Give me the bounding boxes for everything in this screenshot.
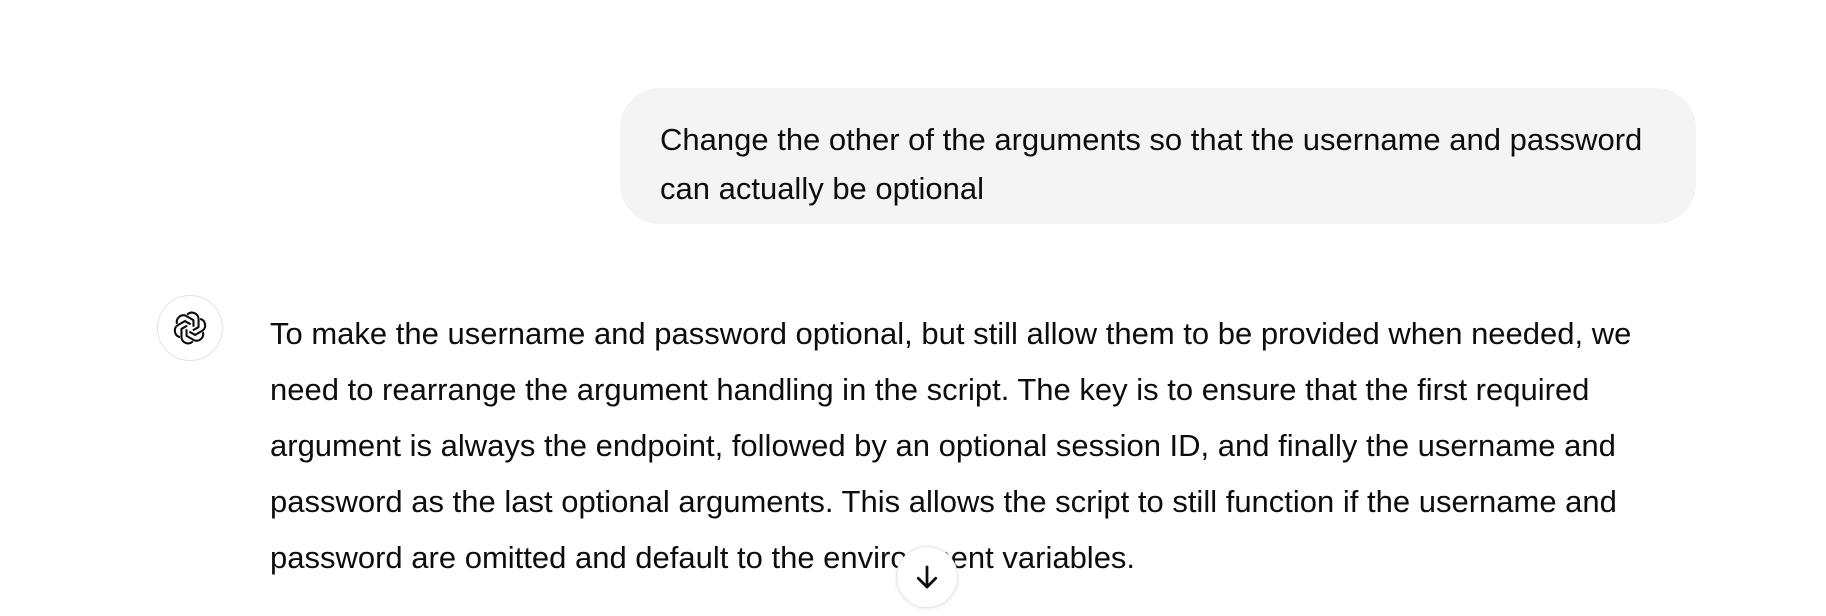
arrow-down-icon bbox=[916, 565, 938, 589]
assistant-avatar bbox=[157, 295, 223, 361]
chat-page: Change the other of the arguments so tha… bbox=[0, 0, 1826, 616]
assistant-message-text: To make the username and password option… bbox=[270, 316, 1632, 575]
user-message-row: Change the other of the arguments so tha… bbox=[0, 0, 1826, 230]
openai-logo-icon bbox=[173, 311, 207, 345]
scroll-to-bottom-button[interactable] bbox=[896, 546, 958, 608]
user-message-bubble: Change the other of the arguments so tha… bbox=[620, 88, 1696, 224]
